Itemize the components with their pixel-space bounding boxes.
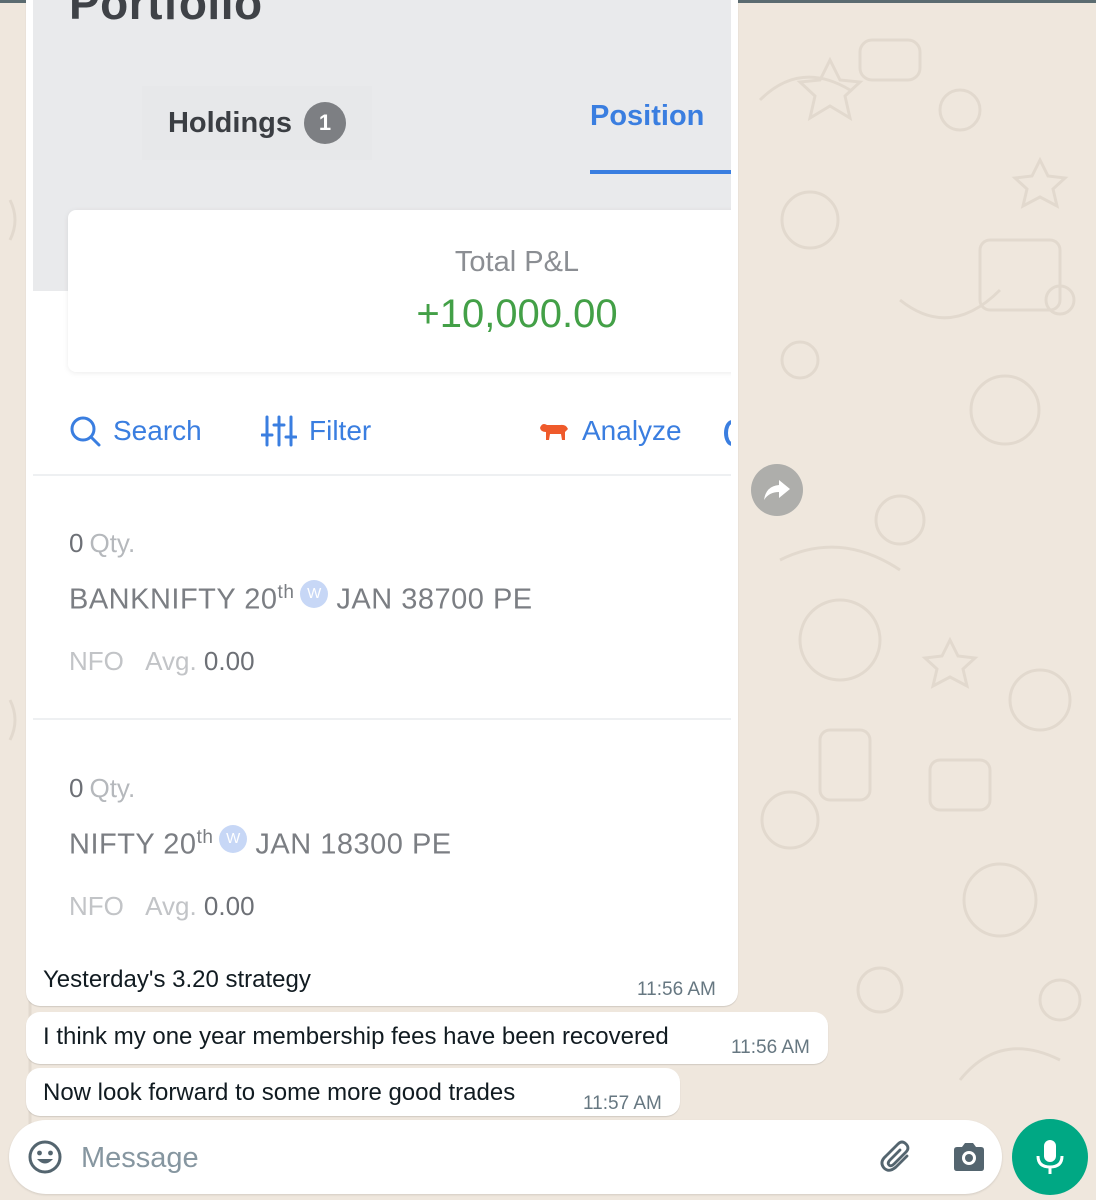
more-tool-icon[interactable] (724, 420, 731, 446)
position-meta: NFO Avg. 0.00 (69, 646, 255, 677)
total-pnl-value: +10,000.00 (416, 292, 618, 336)
bull-icon (540, 424, 568, 440)
symbol-name: NIFTY 20 (69, 828, 197, 861)
position-qty: 0 Qty. (69, 773, 135, 804)
message-time: 11:56 AM (637, 979, 716, 1000)
search-icon (70, 416, 101, 447)
message-bubble[interactable]: I think my one year membership fees have… (26, 1012, 828, 1064)
filter-icon (261, 415, 297, 447)
filter-label: Filter (309, 415, 372, 446)
symbol-name: BANKNIFTY 20 (69, 583, 278, 616)
symbol-ordinal: th (277, 582, 295, 603)
message-time: 11:57 AM (583, 1093, 662, 1114)
positions-toolbar: Search Filter Analyze (33, 405, 731, 465)
position-row[interactable]: 0 Qty. BANKNIFTY 20th W JAN 38700 PE NFO Av… (33, 476, 731, 718)
symbol-expiry: JAN 38700 PE (336, 583, 533, 616)
holdings-count-badge: 1 (304, 102, 347, 144)
message-composer (9, 1120, 1002, 1194)
message-bubble[interactable]: Now look forward to some more good trade… (26, 1068, 680, 1116)
tab-positions[interactable]: Position (590, 100, 704, 133)
position-symbol: BANKNIFTY 20th W JAN 38700 PE (69, 580, 533, 617)
weekly-badge: W (219, 825, 248, 853)
image-message-bubble[interactable]: Portfolio Holdings 1 Position Total P&L … (26, 0, 738, 1006)
analyze-button[interactable]: Analyze (538, 415, 682, 447)
position-qty: 0 Qty. (69, 528, 135, 559)
attach-icon (880, 1140, 910, 1172)
attach-button[interactable] (877, 1137, 917, 1177)
position-meta: NFO Avg. 0.00 (69, 891, 255, 922)
position-row[interactable]: 0 Qty. NIFTY 20th W JAN 18300 PE NFO Avg. 0… (33, 720, 731, 945)
symbol-ordinal: th (196, 827, 214, 848)
symbol-expiry: JAN 18300 PE (255, 828, 452, 861)
total-pnl-card: Total P&L +10,000.00 (68, 210, 731, 372)
image-caption: Yesterday's 3.20 strategy (43, 966, 311, 993)
avg-value: 0.00 (203, 891, 255, 921)
analyze-label: Analyze (582, 415, 682, 446)
forward-icon (764, 480, 790, 500)
active-tab-indicator (590, 170, 731, 174)
filter-button[interactable]: Filter (261, 415, 371, 447)
message-time: 11:56 AM (731, 1037, 810, 1058)
mic-icon (1036, 1140, 1064, 1174)
avg-label: Avg. (145, 646, 197, 676)
camera-button[interactable] (947, 1137, 991, 1177)
tab-holdings[interactable]: Holdings 1 (142, 86, 372, 160)
avg-value: 0.00 (203, 646, 255, 676)
exchange-label: NFO (69, 891, 124, 921)
emoji-icon (28, 1140, 62, 1174)
exchange-label: NFO (69, 646, 124, 676)
tab-holdings-label: Holdings (167, 106, 293, 139)
camera-icon (954, 1143, 984, 1171)
qty-value: 0 (69, 773, 84, 803)
forward-button[interactable] (751, 464, 803, 516)
total-pnl-label: Total P&L (454, 246, 580, 278)
search-button[interactable]: Search (69, 415, 202, 447)
avg-label: Avg. (145, 891, 197, 921)
position-symbol: NIFTY 20th W JAN 18300 PE (69, 825, 452, 862)
page-title: Portfolio (69, 0, 263, 29)
weekly-badge: W (300, 580, 329, 608)
qty-unit: Qty. (89, 528, 136, 558)
search-label: Search (113, 415, 202, 446)
shared-screenshot[interactable]: Portfolio Holdings 1 Position Total P&L … (33, 0, 731, 945)
message-input[interactable] (79, 1132, 863, 1184)
message-text: Now look forward to some more good trade… (43, 1079, 516, 1106)
qty-value: 0 (69, 528, 84, 558)
voice-message-button[interactable] (1012, 1119, 1088, 1195)
message-text: I think my one year membership fees have… (43, 1023, 669, 1050)
qty-unit: Qty. (89, 773, 136, 803)
emoji-button[interactable] (25, 1137, 65, 1177)
